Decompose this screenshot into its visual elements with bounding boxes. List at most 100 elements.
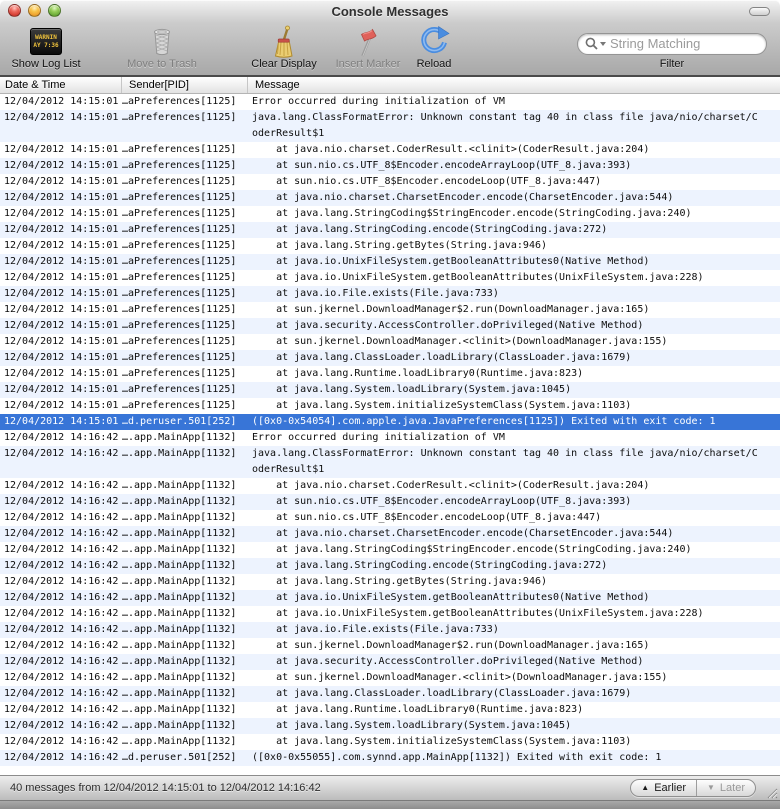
cell-sender: ….app.MainApp[1132] [122, 608, 237, 619]
log-row[interactable]: 12/04/2012 14:15:01 …aPreferences[1125] … [0, 398, 780, 414]
close-button[interactable] [8, 4, 21, 17]
log-row[interactable]: 12/04/2012 14:16:42 …d.peruser.501[252] … [0, 750, 780, 766]
log-row[interactable]: 12/04/2012 14:15:01 …aPreferences[1125] … [0, 174, 780, 190]
log-row[interactable]: 12/04/2012 14:16:42 ….app.MainApp[1132] … [0, 654, 780, 670]
log-row[interactable]: 12/04/2012 14:16:42 ….app.MainApp[1132] … [0, 510, 780, 526]
log-row[interactable]: 12/04/2012 14:16:42 ….app.MainApp[1132] … [0, 638, 780, 654]
log-row[interactable]: 12/04/2012 14:15:01 …aPreferences[1125] … [0, 366, 780, 382]
message-table-body: 12/04/2012 14:15:01 …aPreferences[1125] … [0, 94, 780, 775]
cell-sender: ….app.MainApp[1132] [122, 720, 237, 731]
minimize-button[interactable] [28, 4, 41, 17]
later-button[interactable]: ▼ Later [696, 780, 755, 796]
log-row[interactable]: 12/04/2012 14:16:42 ….app.MainApp[1132] … [0, 590, 780, 606]
zoom-button[interactable] [48, 4, 61, 17]
cell-sender: …aPreferences[1125] [122, 352, 237, 363]
clear-display-button[interactable]: Clear Display [240, 24, 328, 71]
log-row[interactable]: 12/04/2012 14:15:01 …aPreferences[1125] … [0, 110, 780, 142]
log-row[interactable]: 12/04/2012 14:15:01 …aPreferences[1125] … [0, 350, 780, 366]
cell-message: at java.lang.StringCoding.encode(StringC… [252, 560, 608, 571]
filter-input[interactable] [610, 36, 758, 51]
log-row[interactable]: 12/04/2012 14:15:01 …aPreferences[1125] … [0, 142, 780, 158]
log-row[interactable]: 12/04/2012 14:16:42 ….app.MainApp[1132] … [0, 734, 780, 750]
cell-message: at java.lang.System.initializeSystemClas… [252, 400, 632, 411]
log-row[interactable]: 12/04/2012 14:15:01 …aPreferences[1125] … [0, 286, 780, 302]
insert-marker-button[interactable]: Insert Marker [328, 24, 408, 71]
resize-grip[interactable] [764, 785, 778, 799]
cell-sender: …aPreferences[1125] [122, 272, 237, 283]
cell-message: at java.lang.StringCoding$StringEncoder.… [252, 544, 692, 555]
log-row[interactable]: 12/04/2012 14:16:42 ….app.MainApp[1132] … [0, 542, 780, 558]
toolbar-toggle-button[interactable] [749, 7, 770, 16]
reload-button[interactable]: Reload [408, 24, 460, 71]
column-header-sender[interactable]: Sender[PID] [122, 77, 248, 93]
log-row[interactable]: 12/04/2012 14:15:01 …aPreferences[1125] … [0, 254, 780, 270]
log-row[interactable]: 12/04/2012 14:15:01 …aPreferences[1125] … [0, 206, 780, 222]
cell-date: 12/04/2012 14:16:42 [4, 544, 119, 555]
log-row[interactable]: 12/04/2012 14:15:01 …aPreferences[1125] … [0, 270, 780, 286]
log-row[interactable]: 12/04/2012 14:16:42 ….app.MainApp[1132] … [0, 430, 780, 446]
search-options-caret-icon[interactable] [600, 41, 606, 46]
move-to-trash-button[interactable]: Move to Trash [116, 24, 208, 71]
cell-sender: …d.peruser.501[252] [122, 752, 237, 763]
cell-date: 12/04/2012 14:15:01 [4, 224, 119, 235]
cell-date: 12/04/2012 14:16:42 [4, 608, 119, 619]
log-row[interactable]: 12/04/2012 14:15:01 …aPreferences[1125] … [0, 190, 780, 206]
cell-date: 12/04/2012 14:15:01 [4, 176, 119, 187]
search-icon [585, 37, 598, 50]
cell-date: 12/04/2012 14:15:01 [4, 208, 119, 219]
column-header-date[interactable]: Date & Time [0, 77, 122, 93]
cell-sender: …aPreferences[1125] [122, 368, 237, 379]
log-row[interactable]: 12/04/2012 14:15:01 …aPreferences[1125] … [0, 94, 780, 110]
log-row[interactable]: 12/04/2012 14:16:42 ….app.MainApp[1132] … [0, 526, 780, 542]
traffic-lights [8, 4, 61, 17]
cell-date: 12/04/2012 14:16:42 [4, 704, 119, 715]
show-log-list-button[interactable]: WARNIN AY 7:36 Show Log List [2, 24, 90, 71]
cell-sender: ….app.MainApp[1132] [122, 448, 237, 459]
log-row[interactable]: 12/04/2012 14:15:01 …aPreferences[1125] … [0, 158, 780, 174]
insert-marker-label: Insert Marker [335, 58, 401, 70]
cell-message: at sun.jkernel.DownloadManager.<clinit>(… [252, 672, 668, 683]
log-row[interactable]: 12/04/2012 14:16:42 ….app.MainApp[1132] … [0, 494, 780, 510]
log-row[interactable]: 12/04/2012 14:15:01 …aPreferences[1125] … [0, 318, 780, 334]
cell-message: at java.lang.String.getBytes(String.java… [252, 576, 548, 587]
log-row[interactable]: 12/04/2012 14:16:42 ….app.MainApp[1132] … [0, 686, 780, 702]
cell-date: 12/04/2012 14:16:42 [4, 656, 119, 667]
cell-date: 12/04/2012 14:16:42 [4, 512, 119, 523]
statusbar: 40 messages from 12/04/2012 14:15:01 to … [0, 775, 780, 800]
log-row[interactable]: 12/04/2012 14:15:01 …aPreferences[1125] … [0, 222, 780, 238]
log-row[interactable]: 12/04/2012 14:15:01 …aPreferences[1125] … [0, 382, 780, 398]
log-row[interactable]: 12/04/2012 14:16:42 ….app.MainApp[1132] … [0, 446, 780, 478]
log-row[interactable]: 12/04/2012 14:16:42 ….app.MainApp[1132] … [0, 622, 780, 638]
log-row[interactable]: 12/04/2012 14:16:42 ….app.MainApp[1132] … [0, 702, 780, 718]
log-row[interactable]: 12/04/2012 14:16:42 ….app.MainApp[1132] … [0, 670, 780, 686]
cell-sender: ….app.MainApp[1132] [122, 576, 237, 587]
cell-date: 12/04/2012 14:15:01 [4, 288, 119, 299]
cell-message: at java.lang.System.loadLibrary(System.j… [252, 720, 572, 731]
log-row[interactable]: 12/04/2012 14:15:01 …aPreferences[1125] … [0, 334, 780, 350]
log-row[interactable]: 12/04/2012 14:16:42 ….app.MainApp[1132] … [0, 606, 780, 622]
cell-date: 12/04/2012 14:16:42 [4, 480, 119, 491]
log-row[interactable]: 12/04/2012 14:15:01 …aPreferences[1125] … [0, 238, 780, 254]
cell-date: 12/04/2012 14:15:01 [4, 144, 119, 155]
log-row[interactable]: 12/04/2012 14:16:42 ….app.MainApp[1132] … [0, 478, 780, 494]
cell-message: at java.security.AccessController.doPriv… [252, 656, 644, 667]
cell-date: 12/04/2012 14:15:01 [4, 304, 119, 315]
filter-field[interactable] [577, 32, 767, 55]
log-row[interactable]: 12/04/2012 14:16:42 ….app.MainApp[1132] … [0, 558, 780, 574]
table-header: Date & Time Sender[PID] Message [0, 77, 780, 94]
cell-date: 12/04/2012 14:16:42 [4, 592, 119, 603]
column-header-message[interactable]: Message [248, 77, 780, 93]
cell-date: 12/04/2012 14:15:01 [4, 160, 119, 171]
cell-date: 12/04/2012 14:15:01 [4, 256, 119, 267]
log-row[interactable]: 12/04/2012 14:15:01 …aPreferences[1125] … [0, 302, 780, 318]
filter-label: Filter [659, 58, 685, 70]
log-row[interactable]: 12/04/2012 14:16:42 ….app.MainApp[1132] … [0, 574, 780, 590]
cell-message: at sun.nio.cs.UTF_8$Encoder.encodeArrayL… [252, 160, 632, 171]
cell-date: 12/04/2012 14:16:42 [4, 688, 119, 699]
window-title: Console Messages [331, 3, 449, 19]
log-row[interactable]: 12/04/2012 14:15:01 …d.peruser.501[252] … [0, 414, 780, 430]
cell-message: ([0x0-0x55055].com.synnd.app.MainApp[113… [252, 752, 662, 763]
log-row[interactable]: 12/04/2012 14:16:42 ….app.MainApp[1132] … [0, 718, 780, 734]
earlier-button[interactable]: ▲ Earlier [631, 780, 696, 796]
cell-message: Error occurred during initialization of … [252, 432, 505, 443]
